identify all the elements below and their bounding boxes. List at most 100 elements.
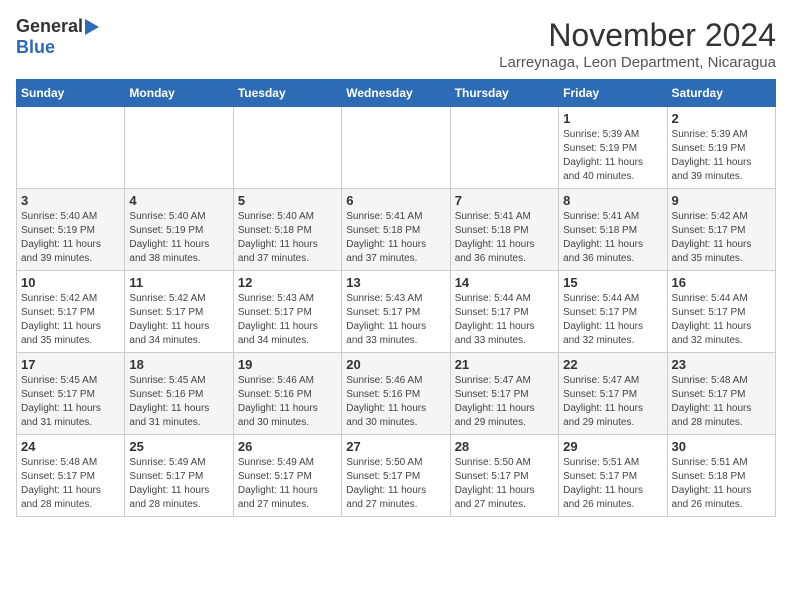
calendar-day-cell: 8 Sunrise: 5:41 AM Sunset: 5:18 PM Daylig… [559,189,667,271]
page-header: General Blue November 2024 Larreynaga, L… [16,16,776,71]
calendar-day-cell: 21 Sunrise: 5:47 AM Sunset: 5:17 PM Dayli… [450,353,558,435]
day-number: 14 [455,275,554,290]
weekday-header-cell: Thursday [450,80,558,107]
calendar-body: 1Sunrise: 5:39 AM Sunset: 5:19 PM Daylig… [17,107,776,517]
day-info: Sunrise: 5:39 AM Sunset: 5:19 PM Dayligh… [563,128,662,184]
calendar-day-cell: 30Sunrise: 5:51 AM Sunset: 5:18 PM Dayli… [667,435,775,517]
day-info: Sunrise: 5:41 AM Sunset: 5:18 PM Dayligh… [563,210,662,266]
day-info: Sunrise: 5:49 AM Sunset: 5:17 PM Dayligh… [238,456,337,512]
day-number: 22 [563,357,662,372]
calendar-day-cell: 28Sunrise: 5:50 AM Sunset: 5:17 PM Dayli… [450,435,558,517]
weekday-header-cell: Tuesday [233,80,341,107]
calendar-week-row: 3Sunrise: 5:40 AM Sunset: 5:19 PM Daylig… [17,189,776,271]
day-number: 21 [455,357,554,372]
calendar-day-cell [17,107,125,189]
calendar-day-cell: 10Sunrise: 5:42 AM Sunset: 5:17 PM Dayli… [17,271,125,353]
day-info: Sunrise: 5:46 AM Sunset: 5:16 PM Dayligh… [238,374,337,430]
calendar-day-cell [125,107,233,189]
day-info: Sunrise: 5:40 AM Sunset: 5:19 PM Dayligh… [129,210,228,266]
day-info: Sunrise: 5:44 AM Sunset: 5:17 PM Dayligh… [563,292,662,348]
day-info: Sunrise: 5:41 AM Sunset: 5:18 PM Dayligh… [455,210,554,266]
calendar-day-cell: 13Sunrise: 5:43 AM Sunset: 5:17 PM Dayli… [342,271,450,353]
calendar-week-row: 24 Sunrise: 5:48 AM Sunset: 5:17 PM Dayli… [17,435,776,517]
month-title: November 2024 [499,16,776,54]
day-number: 26 [238,439,337,454]
weekday-header-cell: Wednesday [342,80,450,107]
day-info: Sunrise: 5:48 AM Sunset: 5:17 PM Dayligh… [672,374,771,430]
logo-blue: Blue [16,37,55,57]
day-number: 9 [672,193,771,208]
weekday-header-cell: Friday [559,80,667,107]
calendar-day-cell: 3Sunrise: 5:40 AM Sunset: 5:19 PM Daylig… [17,189,125,271]
day-info: Sunrise: 5:44 AM Sunset: 5:17 PM Dayligh… [672,292,771,348]
day-info: Sunrise: 5:47 AM Sunset: 5:17 PM Dayligh… [455,374,554,430]
day-info: Sunrise: 5:40 AM Sunset: 5:19 PM Dayligh… [21,210,120,266]
day-number: 23 [672,357,771,372]
calendar-day-cell: 9Sunrise: 5:42 AM Sunset: 5:17 PM Daylig… [667,189,775,271]
day-number: 28 [455,439,554,454]
location-title: Larreynaga, Leon Department, Nicaragua [499,54,776,71]
calendar-day-cell: 7 Sunrise: 5:41 AM Sunset: 5:18 PM Daylig… [450,189,558,271]
day-info: Sunrise: 5:43 AM Sunset: 5:17 PM Dayligh… [238,292,337,348]
day-number: 27 [346,439,445,454]
day-number: 7 [455,193,554,208]
logo-general: General [16,16,83,37]
calendar-day-cell: 2Sunrise: 5:39 AM Sunset: 5:19 PM Daylig… [667,107,775,189]
day-number: 20 [346,357,445,372]
title-area: November 2024 Larreynaga, Leon Departmen… [499,16,776,71]
day-number: 29 [563,439,662,454]
day-info: Sunrise: 5:47 AM Sunset: 5:17 PM Dayligh… [563,374,662,430]
day-number: 11 [129,275,228,290]
calendar-day-cell: 29 Sunrise: 5:51 AM Sunset: 5:17 PM Dayli… [559,435,667,517]
calendar-day-cell: 20 Sunrise: 5:46 AM Sunset: 5:16 PM Dayli… [342,353,450,435]
day-info: Sunrise: 5:48 AM Sunset: 5:17 PM Dayligh… [21,456,120,512]
day-number: 16 [672,275,771,290]
day-number: 24 [21,439,120,454]
day-info: Sunrise: 5:50 AM Sunset: 5:17 PM Dayligh… [346,456,445,512]
calendar-week-row: 1Sunrise: 5:39 AM Sunset: 5:19 PM Daylig… [17,107,776,189]
calendar-day-cell: 16 Sunrise: 5:44 AM Sunset: 5:17 PM Dayli… [667,271,775,353]
day-info: Sunrise: 5:45 AM Sunset: 5:16 PM Dayligh… [129,374,228,430]
day-number: 12 [238,275,337,290]
calendar-day-cell: 11Sunrise: 5:42 AM Sunset: 5:17 PM Dayli… [125,271,233,353]
logo: General Blue [16,16,99,58]
logo-arrow-icon [85,19,99,35]
calendar-week-row: 10Sunrise: 5:42 AM Sunset: 5:17 PM Dayli… [17,271,776,353]
day-number: 15 [563,275,662,290]
day-info: Sunrise: 5:42 AM Sunset: 5:17 PM Dayligh… [21,292,120,348]
calendar-day-cell: 5Sunrise: 5:40 AM Sunset: 5:18 PM Daylig… [233,189,341,271]
weekday-header-cell: Monday [125,80,233,107]
day-info: Sunrise: 5:51 AM Sunset: 5:17 PM Dayligh… [563,456,662,512]
calendar-day-cell: 17 Sunrise: 5:45 AM Sunset: 5:17 PM Dayli… [17,353,125,435]
calendar-day-cell [342,107,450,189]
calendar-day-cell: 24 Sunrise: 5:48 AM Sunset: 5:17 PM Dayli… [17,435,125,517]
day-info: Sunrise: 5:46 AM Sunset: 5:16 PM Dayligh… [346,374,445,430]
calendar-day-cell [450,107,558,189]
day-info: Sunrise: 5:40 AM Sunset: 5:18 PM Dayligh… [238,210,337,266]
calendar-day-cell: 15 Sunrise: 5:44 AM Sunset: 5:17 PM Dayli… [559,271,667,353]
weekday-header-row: SundayMondayTuesdayWednesdayThursdayFrid… [17,80,776,107]
day-number: 4 [129,193,228,208]
weekday-header-cell: Saturday [667,80,775,107]
day-number: 2 [672,111,771,126]
calendar-day-cell: 26 Sunrise: 5:49 AM Sunset: 5:17 PM Dayli… [233,435,341,517]
calendar-day-cell: 18 Sunrise: 5:45 AM Sunset: 5:16 PM Dayli… [125,353,233,435]
calendar-table: SundayMondayTuesdayWednesdayThursdayFrid… [16,79,776,517]
day-number: 19 [238,357,337,372]
weekday-header-cell: Sunday [17,80,125,107]
calendar-week-row: 17 Sunrise: 5:45 AM Sunset: 5:17 PM Dayli… [17,353,776,435]
calendar-day-cell: 27 Sunrise: 5:50 AM Sunset: 5:17 PM Dayli… [342,435,450,517]
day-number: 18 [129,357,228,372]
day-info: Sunrise: 5:49 AM Sunset: 5:17 PM Dayligh… [129,456,228,512]
calendar-day-cell: 12 Sunrise: 5:43 AM Sunset: 5:17 PM Dayli… [233,271,341,353]
calendar-day-cell: 22 Sunrise: 5:47 AM Sunset: 5:17 PM Dayli… [559,353,667,435]
calendar-day-cell: 14 Sunrise: 5:44 AM Sunset: 5:17 PM Dayli… [450,271,558,353]
calendar-day-cell: 4 Sunrise: 5:40 AM Sunset: 5:19 PM Daylig… [125,189,233,271]
calendar-day-cell [233,107,341,189]
day-number: 30 [672,439,771,454]
day-info: Sunrise: 5:44 AM Sunset: 5:17 PM Dayligh… [455,292,554,348]
day-info: Sunrise: 5:41 AM Sunset: 5:18 PM Dayligh… [346,210,445,266]
day-number: 17 [21,357,120,372]
day-number: 8 [563,193,662,208]
day-info: Sunrise: 5:45 AM Sunset: 5:17 PM Dayligh… [21,374,120,430]
